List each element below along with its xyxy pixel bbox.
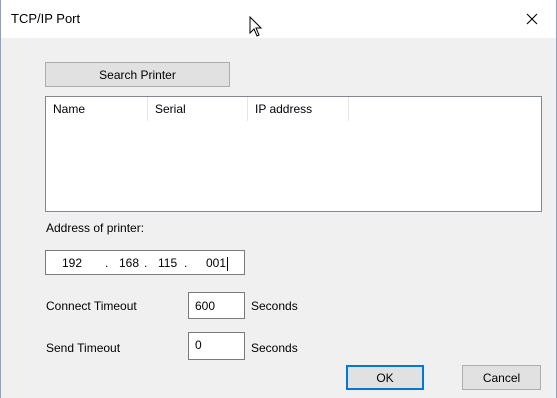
search-printer-button[interactable]: Search Printer [45,62,230,87]
ip-dot-3: . [184,256,188,270]
printer-list[interactable]: Name Serial IP address [45,96,542,212]
window-title: TCP/IP Port [11,11,81,26]
cancel-button[interactable]: Cancel [462,365,541,390]
connect-timeout-input[interactable]: 600 [188,292,245,319]
ok-button[interactable]: OK [346,365,424,390]
tcpip-port-dialog: TCP/IP Port Search Printer Name Serial I… [0,0,557,398]
connect-timeout-label: Connect Timeout [46,299,137,313]
text-caret [227,256,229,271]
address-label: Address of printer: [46,221,145,235]
close-icon [526,13,538,25]
send-timeout-input[interactable]: 0 [188,332,245,360]
ip-octet-3[interactable]: 115 [158,256,177,270]
close-button[interactable] [512,4,552,34]
ip-octet-2[interactable]: 168 [119,256,139,270]
mouse-pointer-icon [249,16,263,37]
column-header-serial[interactable]: Serial [148,97,248,121]
title-bar: TCP/IP Port [1,0,556,38]
send-timeout-label: Send Timeout [46,341,121,355]
column-header-name[interactable]: Name [46,97,148,121]
ip-dot-1: . [105,256,109,270]
ip-dot-2: . [144,256,148,270]
ip-octet-4: 001 [206,256,227,270]
ip-octet-4-group[interactable]: 001 [206,256,229,271]
connect-timeout-unit: Seconds [251,299,298,313]
printer-ip-address-input[interactable]: 192 . 168 . 115 . 001 [45,250,245,275]
ip-octet-1[interactable]: 192 [62,256,82,270]
send-timeout-unit: Seconds [251,341,298,355]
column-header-ip-address[interactable]: IP address [248,97,349,121]
